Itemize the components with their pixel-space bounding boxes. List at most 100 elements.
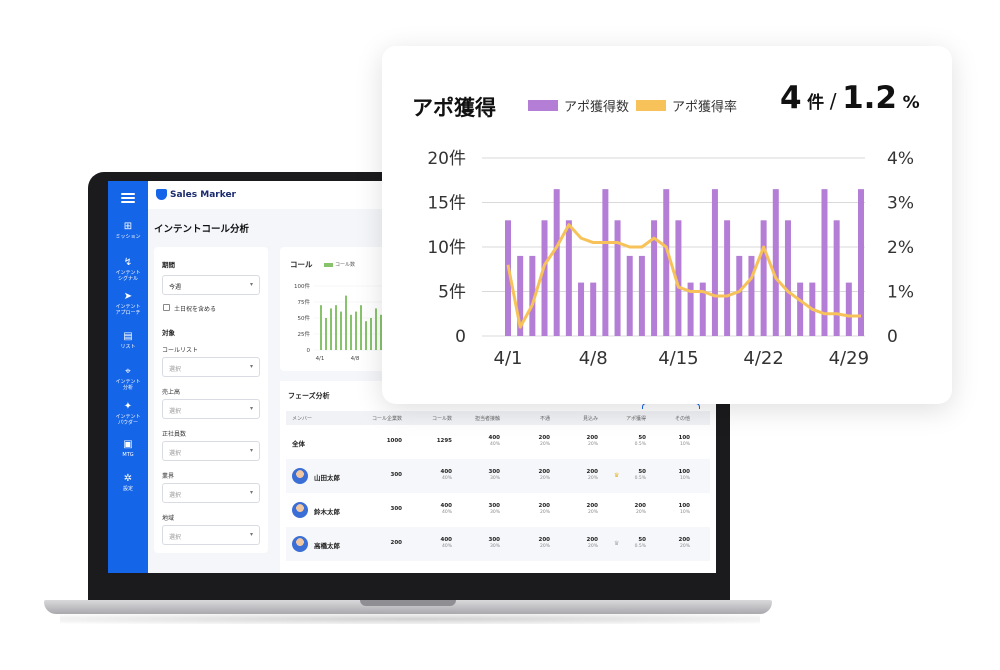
sidebar-item-label: MTG: [122, 452, 134, 458]
cell-percent: 20%: [539, 442, 550, 447]
call-y-tick: 25件: [298, 330, 311, 338]
table-cell: 200 20%: [587, 435, 598, 447]
cell-value: 200: [390, 540, 402, 546]
chevron-down-icon: ▾: [249, 405, 253, 412]
column-header-0: メンバー: [292, 416, 313, 422]
table-cell: 300 30%: [489, 469, 500, 481]
sidebar-item-6[interactable]: ▣ MTG: [108, 439, 148, 458]
sidebar-item-5[interactable]: ✦ インテント パウダー: [108, 401, 148, 426]
filter-label-3: 業界: [162, 473, 175, 480]
cell-percent: 20%: [539, 476, 550, 481]
y-left-tick: 10件: [427, 238, 466, 258]
sidebar-item-7[interactable]: ✲ 設定: [108, 473, 148, 492]
logo-mark-icon: [156, 189, 167, 200]
sidebar-item-label: 設定: [122, 486, 133, 492]
hamburger-menu-icon[interactable]: [121, 193, 135, 203]
cell-value: 200: [586, 469, 598, 475]
filter-panel: 期間 今週 ▾ 土日祝を含める 対象 コールリスト 選択 ▾ 売上高 選択 ▾ 正社員数 選択…: [154, 247, 268, 553]
cell-percent: 20%: [587, 510, 598, 515]
member-name: 高橋太郎: [314, 542, 340, 550]
x-tick: 4/1: [494, 348, 523, 369]
y-right-tick: 3%: [887, 194, 914, 214]
column-header-4: 不通: [539, 416, 550, 422]
bar-4/21: [748, 255, 755, 336]
column-header-7: その他: [674, 416, 690, 422]
cell-value: 50: [638, 537, 646, 543]
avatar: [292, 536, 308, 552]
call-y-tick: 75件: [298, 298, 311, 306]
phase-panel: フェーズ分析 メンバー コール企業数 コール数 担当者接触 不通 見込み アポ獲得 その他 全…: [280, 381, 716, 573]
x-tick: 4/8: [579, 348, 608, 369]
table-cell: 300: [391, 472, 402, 478]
cell-value: 200: [678, 537, 690, 543]
intent-signal-icon: ↯: [123, 257, 133, 268]
weekend-checkbox[interactable]: [163, 304, 170, 311]
table-row[interactable]: 高橋太郎 200 400 40% 300 30% 200 20% 200 20% 50 0.5% 200…: [286, 527, 710, 561]
table-cell: 200 20%: [539, 435, 550, 447]
table-cell: 100 10%: [679, 469, 690, 481]
bar-4/7: [578, 282, 585, 336]
bar-4/19: [724, 220, 731, 336]
table-cell: 100 10%: [679, 435, 690, 447]
table-cell: 1000: [387, 438, 402, 444]
sidebar-item-2[interactable]: ➤ インテント アプローチ: [108, 291, 148, 316]
logo[interactable]: Sales Marker: [156, 189, 236, 200]
period-select[interactable]: 今週 ▾: [162, 275, 260, 295]
cell-percent: 20%: [539, 544, 550, 549]
table-row[interactable]: 山田太郎 300 400 40% 300 30% 200 20% 200 20% 50 0.5% 100…: [286, 459, 710, 493]
y-right-tick: 2%: [887, 238, 914, 258]
bar-4/22: [760, 220, 767, 336]
cell-percent: 10%: [679, 510, 690, 515]
sidebar-item-0[interactable]: ⊞ ミッション: [108, 221, 148, 240]
filter-select-0[interactable]: 選択 ▾: [162, 357, 260, 377]
cell-percent: 40%: [489, 442, 500, 447]
column-header-6: アポ獲得: [625, 416, 646, 422]
bar-4/5: [553, 189, 560, 336]
bar-4/8: [590, 282, 597, 336]
filter-select-2[interactable]: 選択 ▾: [162, 441, 260, 461]
column-header-1: コール企業数: [371, 416, 402, 422]
cell-percent: 40%: [441, 544, 452, 549]
table-cell: 1295: [437, 438, 452, 444]
table-cell: 300 30%: [489, 503, 500, 515]
table-cell: 200 20%: [587, 469, 598, 481]
table-cell: 200 20%: [679, 537, 690, 549]
target-label: 対象: [162, 329, 175, 337]
sidebar-item-label: インテント アプローチ: [115, 304, 141, 316]
sidebar-item-1[interactable]: ↯ インテント シグナル: [108, 257, 148, 282]
table-cell: 200: [391, 540, 402, 546]
cell-percent: 0.5%: [634, 476, 646, 481]
phase-title: フェーズ分析: [288, 392, 330, 400]
sidebar-item-3[interactable]: ▤ リスト: [108, 331, 148, 350]
chevron-down-icon: ▾: [249, 447, 253, 454]
table-cell: 200 20%: [539, 469, 550, 481]
y-left-tick: 5件: [438, 283, 466, 303]
call-bar: [345, 295, 347, 350]
filter-label-2: 正社員数: [162, 431, 187, 438]
chevron-down-icon: ▾: [249, 281, 253, 288]
filter-select-4[interactable]: 選択 ▾: [162, 525, 260, 545]
call-y-tick: 100件: [294, 282, 310, 290]
column-header-5: 見込み: [582, 416, 598, 422]
table-cell: 400 40%: [441, 537, 452, 549]
cell-percent: 30%: [489, 476, 500, 481]
cell-value: 100: [678, 435, 690, 441]
cell-value: 400: [440, 469, 452, 475]
table-header: メンバー コール企業数 コール数 担当者接触 不通 見込み アポ獲得 その他: [286, 411, 710, 425]
laptop-shadow: [60, 614, 760, 624]
cell-percent: 30%: [489, 510, 500, 515]
y-left-tick: 20件: [427, 149, 466, 169]
sidebar-item-4[interactable]: ⌖ インテント 分析: [108, 366, 148, 391]
cell-value: 200: [538, 469, 550, 475]
table-row[interactable]: 全体 1000 1295 400 40% 200 20% 200 20% 50 0.5% 100 10%: [286, 425, 710, 459]
y-left-tick: 15件: [427, 194, 466, 214]
table-cell: 400 40%: [441, 503, 452, 515]
cell-percent: 20%: [679, 544, 690, 549]
filter-select-3[interactable]: 選択 ▾: [162, 483, 260, 503]
filter-select-1[interactable]: 選択 ▾: [162, 399, 260, 419]
filter-placeholder: 選択: [169, 534, 182, 541]
call-bar: [320, 305, 322, 350]
call-x-tick: 4/8: [351, 356, 360, 362]
table-row[interactable]: 鈴木太郎 300 400 40% 300 30% 200 20% 200 20% 200 20% 100…: [286, 493, 710, 527]
cell-value: 200: [634, 503, 646, 509]
